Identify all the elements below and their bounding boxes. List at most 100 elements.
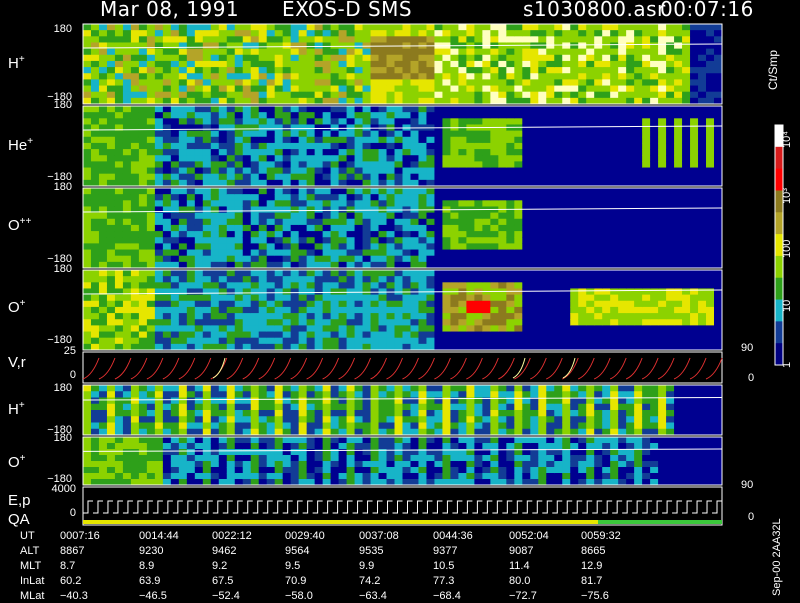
heatmap-cell: [234, 276, 244, 283]
heatmap-cell: [178, 79, 188, 87]
heatmap-cell: [338, 42, 348, 50]
heatmap-cell: [658, 212, 667, 220]
heatmap-cell: [266, 206, 276, 214]
heatmap-cell: [210, 142, 220, 150]
heatmap-cell: [426, 231, 435, 238]
heatmap-cell: [242, 188, 252, 195]
heatmap-cell: [362, 106, 372, 113]
heatmap-cell: [394, 54, 403, 62]
heatmap-cell: [346, 91, 356, 99]
heatmap-cell: [354, 85, 364, 93]
heatmap-cell: [666, 416, 675, 423]
heatmap-cell: [618, 36, 627, 43]
heatmap-cell: [562, 276, 571, 283]
heatmap-cell: [354, 337, 364, 345]
heatmap-cell: [410, 319, 419, 326]
heatmap-cell: [610, 124, 619, 132]
heatmap-cell: [202, 331, 212, 339]
heatmap-cell: [706, 282, 715, 289]
heatmap-cell: [90, 231, 100, 238]
heatmap-cell: [682, 24, 691, 31]
heatmap-cell: [634, 224, 643, 232]
heatmap-cell: [226, 331, 236, 339]
heatmap-cell: [530, 124, 539, 132]
heatmap-cell: [394, 118, 403, 125]
heatmap-cell: [234, 118, 244, 125]
heatmap-cell: [698, 36, 707, 43]
heatmap-cell: [122, 24, 132, 31]
heatmap-cell: [538, 200, 547, 207]
heatmap-cell: [634, 142, 643, 150]
heatmap-cell: [162, 449, 172, 456]
heatmap-cell: [370, 106, 380, 113]
heatmap-cell: [146, 200, 156, 207]
heatmap-cell: [226, 118, 236, 125]
heatmap-cell: [250, 85, 260, 93]
heatmap-cell: [122, 231, 132, 238]
heatmap-cell: [586, 79, 595, 87]
heatmap-cell: [634, 410, 643, 417]
heatmap-cell: [634, 73, 643, 80]
heatmap-cell: [130, 306, 140, 314]
heatmap-cell: [186, 455, 196, 462]
heatmap-cell: [570, 231, 579, 238]
heatmap-cell: [602, 118, 611, 125]
heatmap-cell: [394, 224, 403, 232]
heatmap-cell: [650, 428, 659, 436]
heatmap-cell: [282, 306, 292, 314]
heatmap-cell: [642, 206, 651, 214]
heatmap-cell: [402, 422, 411, 430]
heatmap-cell: [642, 112, 651, 119]
heatmap-cell: [98, 200, 108, 207]
heatmap-cell: [98, 306, 108, 314]
heatmap-cell: [122, 224, 132, 232]
heatmap-cell: [354, 54, 364, 62]
heatmap-cell: [554, 288, 563, 296]
heatmap-cell: [378, 416, 388, 423]
heatmap-cell: [242, 325, 252, 333]
heatmap-cell: [538, 91, 547, 99]
heatmap-cell: [202, 194, 212, 201]
heatmap-cell: [386, 237, 396, 244]
heatmap-cell: [618, 243, 627, 251]
heatmap-cell: [482, 212, 491, 220]
heatmap-cell: [658, 270, 667, 277]
heatmap-cell: [562, 212, 571, 220]
heatmap-cell: [450, 155, 459, 162]
heatmap-cell: [162, 391, 172, 398]
heatmap-cell: [138, 237, 148, 244]
heatmap-cell: [314, 194, 324, 201]
heatmap-cell: [90, 455, 100, 462]
heatmap-cell: [122, 67, 132, 74]
heatmap-cell: [314, 91, 324, 99]
heatmap-cell: [106, 231, 116, 238]
heatmap-cell: [690, 397, 699, 405]
heatmap-cell: [698, 385, 707, 392]
heatmap-cell: [290, 200, 300, 207]
heatmap-cell: [122, 73, 132, 80]
heatmap-cell: [234, 270, 244, 277]
heatmap-cell: [530, 188, 539, 195]
heatmap-cell: [602, 155, 611, 162]
heatmap-cell: [442, 231, 451, 238]
heatmap-cell: [106, 36, 116, 43]
heatmap-cell: [610, 218, 619, 226]
heatmap-cell: [106, 24, 116, 31]
heatmap-cell: [194, 224, 204, 232]
heatmap-cell: [586, 428, 595, 436]
heatmap-cell: [162, 455, 172, 462]
heatmap-cell: [290, 206, 300, 214]
heatmap-cell: [666, 48, 675, 56]
heatmap-cell: [330, 136, 340, 144]
heatmap-cell: [682, 288, 691, 296]
heatmap-cell: [418, 194, 427, 201]
heatmap-cell: [474, 218, 483, 226]
heatmap-cell: [426, 325, 435, 333]
heatmap-cell: [674, 288, 683, 296]
heatmap-cell: [402, 249, 411, 257]
heatmap-cell: [418, 319, 427, 326]
heatmap-cell: [146, 306, 156, 314]
heatmap-cell: [434, 403, 443, 411]
heatmap-cell: [682, 106, 691, 113]
heatmap-cell: [162, 461, 172, 468]
